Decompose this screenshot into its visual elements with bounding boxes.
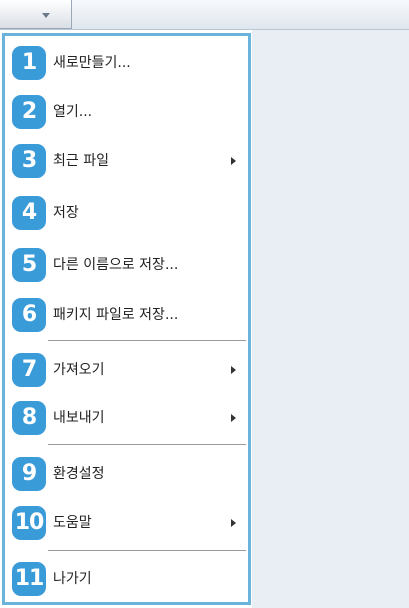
submenu-arrow-icon [231,157,236,165]
number-badge: 8 [12,401,46,435]
menu-item-label: 환경설정 [53,466,105,482]
menu-separator [48,444,246,445]
menu-separator [48,550,246,551]
number-badge: 5 [12,248,46,282]
caret-down-icon [42,13,50,18]
submenu-arrow-icon [231,519,236,527]
top-toolbar [0,0,409,30]
number-badge: 7 [12,353,46,387]
menu-item-label: 도움말 [53,515,92,531]
file-menu: 1 새로만들기... 2 열기... 3 최근 파일 4 저장 5 다른 이름으… [2,33,251,605]
workspace-pane [252,30,409,608]
menu-item-new[interactable]: 1 새로만들기... [12,43,242,83]
menu-dropdown-button[interactable] [0,0,72,29]
menu-item-label: 가져오기 [53,362,105,378]
number-badge: 4 [12,196,46,230]
menu-item-label: 나가기 [53,571,92,587]
menu-item-preferences[interactable]: 9 환경설정 [12,454,242,494]
menu-item-import[interactable]: 7 가져오기 [12,350,242,390]
menu-item-export[interactable]: 8 내보내기 [12,398,242,438]
number-badge: 2 [12,95,46,129]
menu-item-label: 내보내기 [53,410,105,426]
menu-item-save-package[interactable]: 6 패키지 파일로 저장... [12,295,242,335]
number-badge: 6 [12,298,46,332]
number-badge: 10 [12,506,46,540]
menu-item-label: 패키지 파일로 저장... [53,307,179,323]
menu-item-recent-files[interactable]: 3 최근 파일 [12,141,242,181]
menu-item-label: 새로만들기... [53,55,131,71]
menu-item-help[interactable]: 10 도움말 [12,503,242,543]
menu-item-save[interactable]: 4 저장 [12,193,242,233]
number-badge: 11 [12,562,46,596]
menu-item-label: 최근 파일 [53,153,109,169]
submenu-arrow-icon [231,366,236,374]
menu-item-save-as[interactable]: 5 다른 이름으로 저장... [12,245,242,285]
number-badge: 9 [12,457,46,491]
menu-item-open[interactable]: 2 열기... [12,92,242,132]
menu-item-exit[interactable]: 11 나가기 [12,559,242,599]
number-badge: 1 [12,46,46,80]
menu-item-label: 다른 이름으로 저장... [53,257,179,273]
submenu-arrow-icon [231,414,236,422]
number-badge: 3 [12,144,46,178]
menu-item-label: 열기... [53,104,93,120]
menu-separator [48,340,246,341]
menu-item-label: 저장 [53,205,79,221]
